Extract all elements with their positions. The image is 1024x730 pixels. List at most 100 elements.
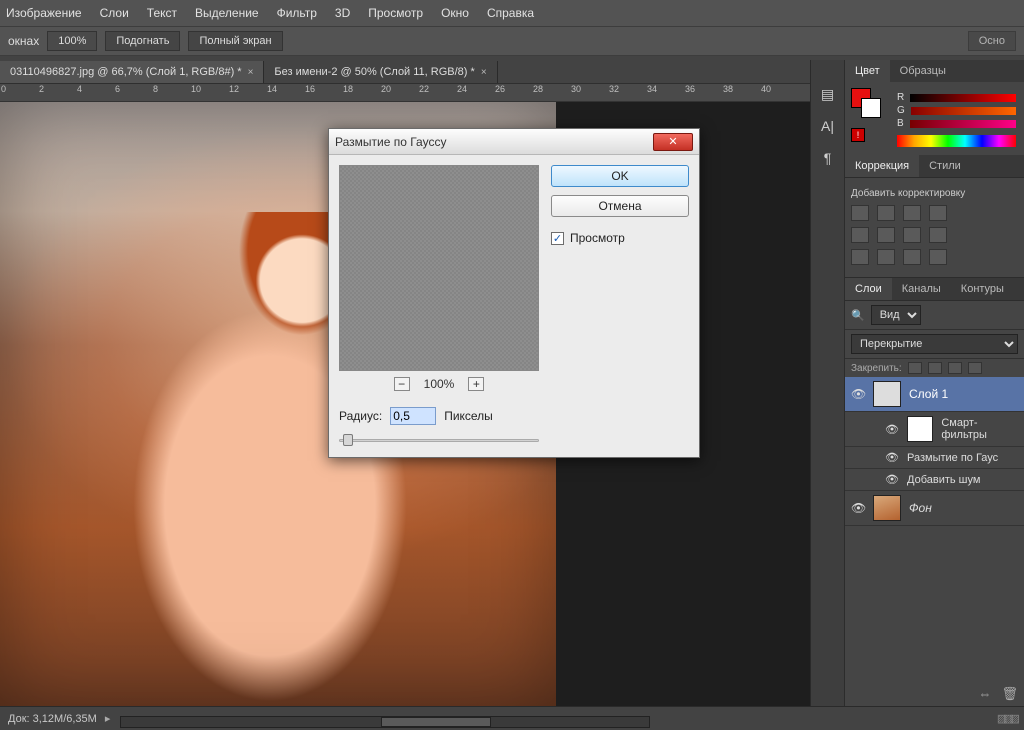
- document-tab-1[interactable]: 03110496827.jpg @ 66,7% (Слой 1, RGB/8#)…: [0, 61, 264, 83]
- filter-row-noise[interactable]: 👁 Добавить шум: [845, 469, 1024, 491]
- color-panel: ! R G B: [845, 82, 1024, 155]
- tab-layers[interactable]: Слои: [845, 278, 892, 300]
- visibility-icon[interactable]: 👁: [851, 501, 865, 515]
- tab-channels[interactable]: Каналы: [892, 278, 951, 300]
- cancel-button[interactable]: Отмена: [551, 195, 689, 217]
- menu-view[interactable]: Просмотр: [368, 6, 423, 20]
- adj-bw-icon[interactable]: [929, 227, 947, 243]
- menu-help[interactable]: Справка: [487, 6, 534, 20]
- adj-brightness-icon[interactable]: [851, 205, 869, 221]
- ruler-tick: 26: [494, 84, 532, 101]
- zoom-level-button[interactable]: 100%: [47, 31, 97, 51]
- tab-color[interactable]: Цвет: [845, 60, 890, 82]
- smart-filter-mask[interactable]: [907, 416, 933, 442]
- background-swatch[interactable]: [861, 98, 881, 118]
- menu-window[interactable]: Окно: [441, 6, 469, 20]
- tab-paths[interactable]: Контуры: [951, 278, 1014, 300]
- adj-hue-icon[interactable]: [877, 227, 895, 243]
- menu-image[interactable]: Изображение: [6, 6, 82, 20]
- layer-thumb[interactable]: [873, 495, 901, 521]
- adj-mixer-icon[interactable]: [877, 249, 895, 265]
- ok-button[interactable]: OK: [551, 165, 689, 187]
- adj-levels-icon[interactable]: [877, 205, 895, 221]
- radius-input[interactable]: [390, 407, 436, 425]
- visibility-icon[interactable]: 👁: [885, 473, 899, 486]
- ruler-tick: 30: [570, 84, 608, 101]
- layers-panel: 🔍 Вид Перекрытие Закрепить: 👁 Слой 1 👁 С…: [845, 300, 1024, 706]
- layer-row[interactable]: 👁 Слой 1: [845, 377, 1024, 412]
- g-slider[interactable]: [911, 107, 1016, 115]
- right-panel-column: Цвет Образцы ! R G B Коррекция Стили Доб…: [844, 60, 1024, 706]
- document-tab-2[interactable]: Без имени-2 @ 50% (Слой 11, RGB/8) * ×: [264, 61, 497, 83]
- adj-invert-icon[interactable]: [929, 249, 947, 265]
- lock-move-icon[interactable]: [948, 362, 962, 374]
- fullscreen-button[interactable]: Полный экран: [188, 31, 282, 51]
- filter-name: Добавить шум: [907, 474, 980, 486]
- layer-thumb[interactable]: [873, 381, 901, 407]
- visibility-icon[interactable]: 👁: [885, 423, 899, 436]
- ruler-tick: 16: [304, 84, 342, 101]
- menu-3d[interactable]: 3D: [335, 6, 350, 20]
- layers-panel-tabs: Слои Каналы Контуры: [845, 278, 1024, 300]
- adj-balance-icon[interactable]: [903, 227, 921, 243]
- preview-checkbox[interactable]: ✓ Просмотр: [551, 231, 689, 245]
- menu-select[interactable]: Выделение: [195, 6, 259, 20]
- menu-filter[interactable]: Фильтр: [277, 6, 317, 20]
- ruler-tick: 32: [608, 84, 646, 101]
- close-icon[interactable]: ×: [481, 67, 487, 78]
- doc-size: Док: 3,12M/6,35M: [8, 713, 97, 725]
- adj-photo-icon[interactable]: [851, 249, 869, 265]
- tab-correction[interactable]: Коррекция: [845, 155, 919, 177]
- lock-pixels-icon[interactable]: [908, 362, 922, 374]
- smart-filters-row[interactable]: 👁 Смарт-фильтры: [845, 412, 1024, 447]
- tab-swatches[interactable]: Образцы: [890, 60, 956, 82]
- blend-mode-select[interactable]: Перекрытие: [851, 334, 1018, 354]
- histogram-icon[interactable]: ▤: [819, 86, 837, 102]
- layer-name: Слой 1: [909, 387, 948, 401]
- radius-unit: Пикселы: [444, 409, 493, 423]
- dialog-close-button[interactable]: ✕: [653, 133, 693, 151]
- menu-text[interactable]: Текст: [147, 6, 177, 20]
- layer-list: 👁 Слой 1 👁 Смарт-фильтры 👁 Размытие по Г…: [845, 377, 1024, 706]
- dialog-titlebar[interactable]: Размытие по Гауссу ✕: [329, 129, 699, 155]
- layer-row-bg[interactable]: 👁 Фон: [845, 491, 1024, 526]
- zoom-in-button[interactable]: +: [468, 377, 484, 391]
- ruler-tick: 38: [722, 84, 760, 101]
- scrollbar-thumb[interactable]: [381, 717, 491, 727]
- ruler-tick: 22: [418, 84, 456, 101]
- visibility-icon[interactable]: 👁: [885, 451, 899, 464]
- dialog-preview-image[interactable]: [339, 165, 539, 371]
- ruler-tick: 10: [190, 84, 228, 101]
- resize-grip-icon[interactable]: ▨▨▨: [997, 712, 1016, 725]
- horizontal-scrollbar[interactable]: [120, 716, 650, 728]
- gamut-warning-icon[interactable]: !: [851, 128, 865, 142]
- paragraph-icon[interactable]: ¶: [819, 150, 837, 166]
- ruler-tick: 18: [342, 84, 380, 101]
- hue-strip[interactable]: [897, 135, 1016, 147]
- visibility-icon[interactable]: 👁: [851, 387, 865, 401]
- lock-all-icon[interactable]: [968, 362, 982, 374]
- adj-vibrance-icon[interactable]: [851, 227, 869, 243]
- slider-knob[interactable]: [343, 434, 353, 446]
- adj-lut-icon[interactable]: [903, 249, 921, 265]
- close-icon[interactable]: ×: [248, 67, 254, 78]
- radius-slider[interactable]: [339, 433, 539, 447]
- correction-panel-tabs: Коррекция Стили: [845, 155, 1024, 177]
- character-icon[interactable]: A|: [819, 118, 837, 134]
- adj-curves-icon[interactable]: [903, 205, 921, 221]
- options-right-button[interactable]: Осно: [968, 31, 1016, 51]
- adj-exposure-icon[interactable]: [929, 205, 947, 221]
- ruler-tick: 34: [646, 84, 684, 101]
- layer-filter-kind[interactable]: Вид: [871, 305, 921, 325]
- link-layers-icon[interactable]: ⇔: [978, 686, 991, 702]
- r-slider[interactable]: [910, 94, 1016, 102]
- ruler-tick: 8: [152, 84, 190, 101]
- menu-layers[interactable]: Слои: [100, 6, 129, 20]
- zoom-out-button[interactable]: −: [394, 377, 410, 391]
- fit-button[interactable]: Подогнать: [105, 31, 180, 51]
- trash-icon[interactable]: 🗑: [1001, 686, 1018, 702]
- tab-styles[interactable]: Стили: [919, 155, 971, 177]
- filter-row-gauss[interactable]: 👁 Размытие по Гаус: [845, 447, 1024, 469]
- lock-position-icon[interactable]: [928, 362, 942, 374]
- b-slider[interactable]: [910, 120, 1016, 128]
